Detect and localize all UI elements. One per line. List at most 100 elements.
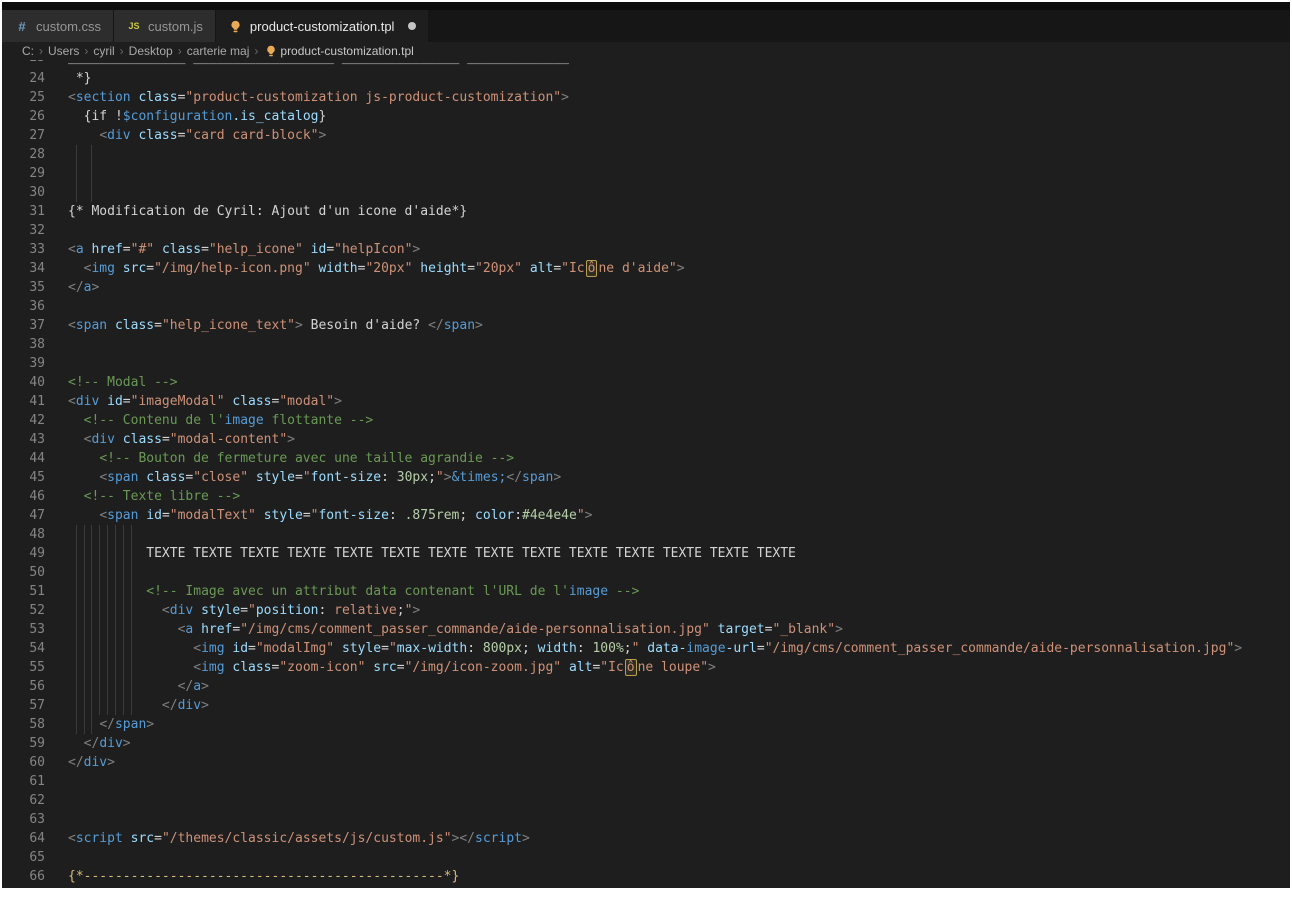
code-line-57[interactable]: 57 </div> bbox=[2, 696, 1290, 715]
code-line-24[interactable]: 24 *} bbox=[2, 69, 1290, 88]
code-content[interactable] bbox=[68, 810, 1290, 829]
code-content[interactable]: {* Modification de Cyril: Ajout d'un ico… bbox=[68, 202, 1290, 221]
line-number[interactable]: 40 bbox=[2, 373, 45, 392]
line-number[interactable]: 41 bbox=[2, 392, 45, 411]
code-line-39[interactable]: 39 bbox=[2, 354, 1290, 373]
code-line-34[interactable]: 34 <img src="/img/help-icon.png" width="… bbox=[2, 259, 1290, 278]
line-number[interactable]: 51 bbox=[2, 582, 45, 601]
line-number[interactable]: 26 bbox=[2, 107, 45, 126]
code-line-26[interactable]: 26 {if !$configuration.is_catalog} bbox=[2, 107, 1290, 126]
code-content[interactable] bbox=[68, 297, 1290, 316]
line-number[interactable]: 34 bbox=[2, 259, 45, 278]
code-line-55[interactable]: 55 <img class="zoom-icon" src="/img/icon… bbox=[2, 658, 1290, 677]
code-content[interactable] bbox=[68, 183, 1290, 202]
code-content[interactable]: </div> bbox=[68, 734, 1290, 753]
code-content[interactable] bbox=[68, 772, 1290, 791]
code-line-66[interactable]: 66 {*------------------------------------… bbox=[2, 867, 1290, 886]
line-number[interactable]: 43 bbox=[2, 430, 45, 449]
code-content[interactable] bbox=[68, 525, 1290, 544]
breadcrumb-segment[interactable]: cyril bbox=[91, 44, 116, 58]
line-number[interactable]: 66 bbox=[2, 867, 45, 886]
code-line-51[interactable]: 51 <!-- Image avec un attribut data cont… bbox=[2, 582, 1290, 601]
code-content[interactable]: <script src="/themes/classic/assets/js/c… bbox=[68, 829, 1290, 848]
line-number[interactable]: 49 bbox=[2, 544, 45, 563]
code-line-65[interactable]: 65 bbox=[2, 848, 1290, 867]
line-number[interactable]: 47 bbox=[2, 506, 45, 525]
line-number[interactable]: 45 bbox=[2, 468, 45, 487]
code-line-27[interactable]: 27 <div class="card card-block"> bbox=[2, 126, 1290, 145]
code-content[interactable]: <a href="#" class="help_icone" id="helpI… bbox=[68, 240, 1290, 259]
line-number[interactable]: 59 bbox=[2, 734, 45, 753]
modified-indicator[interactable] bbox=[408, 22, 417, 30]
line-number[interactable]: 37 bbox=[2, 316, 45, 335]
line-number[interactable]: 33 bbox=[2, 240, 45, 259]
code-content[interactable]: <div class="card card-block"> bbox=[68, 126, 1290, 145]
line-number[interactable]: 53 bbox=[2, 620, 45, 639]
code-line-32[interactable]: 32 bbox=[2, 221, 1290, 240]
code-content[interactable]: <!-- Texte libre --> bbox=[68, 487, 1290, 506]
code-line-47[interactable]: 47 <span id="modalText" style="font-size… bbox=[2, 506, 1290, 525]
code-line-50[interactable]: 50 bbox=[2, 563, 1290, 582]
code-line-56[interactable]: 56 </a> bbox=[2, 677, 1290, 696]
code-content[interactable]: </a> bbox=[68, 278, 1290, 297]
code-content[interactable] bbox=[68, 354, 1290, 373]
line-number[interactable]: 24 bbox=[2, 69, 45, 88]
code-content[interactable] bbox=[68, 145, 1290, 164]
code-line-37[interactable]: 37 <span class="help_icone_text"> Besoin … bbox=[2, 316, 1290, 335]
line-number[interactable]: 56 bbox=[2, 677, 45, 696]
code-content[interactable]: *} bbox=[68, 69, 1290, 88]
line-number[interactable]: 30 bbox=[2, 183, 45, 202]
code-line-40[interactable]: 40 <!-- Modal --> bbox=[2, 373, 1290, 392]
code-line-38[interactable]: 38 bbox=[2, 335, 1290, 354]
code-content[interactable] bbox=[68, 335, 1290, 354]
code-editor[interactable]: 23 _______________ __________________ __… bbox=[2, 60, 1290, 888]
line-number[interactable]: 46 bbox=[2, 487, 45, 506]
code-line-30[interactable]: 30 bbox=[2, 183, 1290, 202]
code-line-33[interactable]: 33 <a href="#" class="help_icone" id="hel… bbox=[2, 240, 1290, 259]
line-number[interactable]: 28 bbox=[2, 145, 45, 164]
code-line-25[interactable]: 25 <section class="product-customization … bbox=[2, 88, 1290, 107]
code-line-61[interactable]: 61 bbox=[2, 772, 1290, 791]
code-content[interactable]: <a href="/img/cms/comment_passer_command… bbox=[68, 620, 1290, 639]
code-content[interactable] bbox=[68, 791, 1290, 810]
code-line-46[interactable]: 46 <!-- Texte libre --> bbox=[2, 487, 1290, 506]
line-number[interactable]: 54 bbox=[2, 639, 45, 658]
code-content[interactable] bbox=[68, 164, 1290, 183]
breadcrumb-segment[interactable]: C: bbox=[20, 44, 36, 58]
code-line-64[interactable]: 64 <script src="/themes/classic/assets/js… bbox=[2, 829, 1290, 848]
line-number[interactable]: 27 bbox=[2, 126, 45, 145]
code-line-31[interactable]: 31 {* Modification de Cyril: Ajout d'un i… bbox=[2, 202, 1290, 221]
code-content[interactable]: <img src="/img/help-icon.png" width="20p… bbox=[68, 259, 1290, 278]
code-line-60[interactable]: 60 </div> bbox=[2, 753, 1290, 772]
code-content[interactable]: </div> bbox=[68, 696, 1290, 715]
code-content[interactable]: </div> bbox=[68, 753, 1290, 772]
line-number[interactable]: 44 bbox=[2, 449, 45, 468]
code-line-53[interactable]: 53 <a href="/img/cms/comment_passer_comm… bbox=[2, 620, 1290, 639]
line-number[interactable]: 64 bbox=[2, 829, 45, 848]
tab-product-customization-tpl[interactable]: product-customization.tpl bbox=[215, 10, 430, 42]
breadcrumb-segment[interactable]: carterie maj bbox=[185, 44, 252, 58]
line-number[interactable]: 57 bbox=[2, 696, 45, 715]
code-content[interactable]: <!-- Image avec un attribut data contena… bbox=[68, 582, 1290, 601]
code-line-62[interactable]: 62 bbox=[2, 791, 1290, 810]
code-line-41[interactable]: 41 <div id="imageModal" class="modal"> bbox=[2, 392, 1290, 411]
line-number[interactable]: 29 bbox=[2, 164, 45, 183]
code-content[interactable]: <!-- Bouton de fermeture avec une taille… bbox=[68, 449, 1290, 468]
line-number[interactable]: 32 bbox=[2, 221, 45, 240]
code-content[interactable]: {if !$configuration.is_catalog} bbox=[68, 107, 1290, 126]
code-content[interactable]: </span> bbox=[68, 715, 1290, 734]
breadcrumb-segment[interactable]: Desktop bbox=[127, 44, 175, 58]
code-content[interactable]: <div class="modal-content"> bbox=[68, 430, 1290, 449]
code-content[interactable] bbox=[68, 563, 1290, 582]
code-line-45[interactable]: 45 <span class="close" style="font-size:… bbox=[2, 468, 1290, 487]
code-line-52[interactable]: 52 <div style="position: relative;"> bbox=[2, 601, 1290, 620]
line-number[interactable]: 55 bbox=[2, 658, 45, 677]
code-content[interactable]: <section class="product-customization js… bbox=[68, 88, 1290, 107]
code-content[interactable]: <div id="imageModal" class="modal"> bbox=[68, 392, 1290, 411]
tab-custom-css[interactable]: # custom.css bbox=[2, 10, 115, 42]
code-line-42[interactable]: 42 <!-- Contenu de l'image flottante --> bbox=[2, 411, 1290, 430]
code-content[interactable]: <span class="help_icone_text"> Besoin d'… bbox=[68, 316, 1290, 335]
code-content[interactable]: <!-- Contenu de l'image flottante --> bbox=[68, 411, 1290, 430]
code-line-58[interactable]: 58 </span> bbox=[2, 715, 1290, 734]
code-content[interactable]: <span class="close" style="font-size: 30… bbox=[68, 468, 1290, 487]
